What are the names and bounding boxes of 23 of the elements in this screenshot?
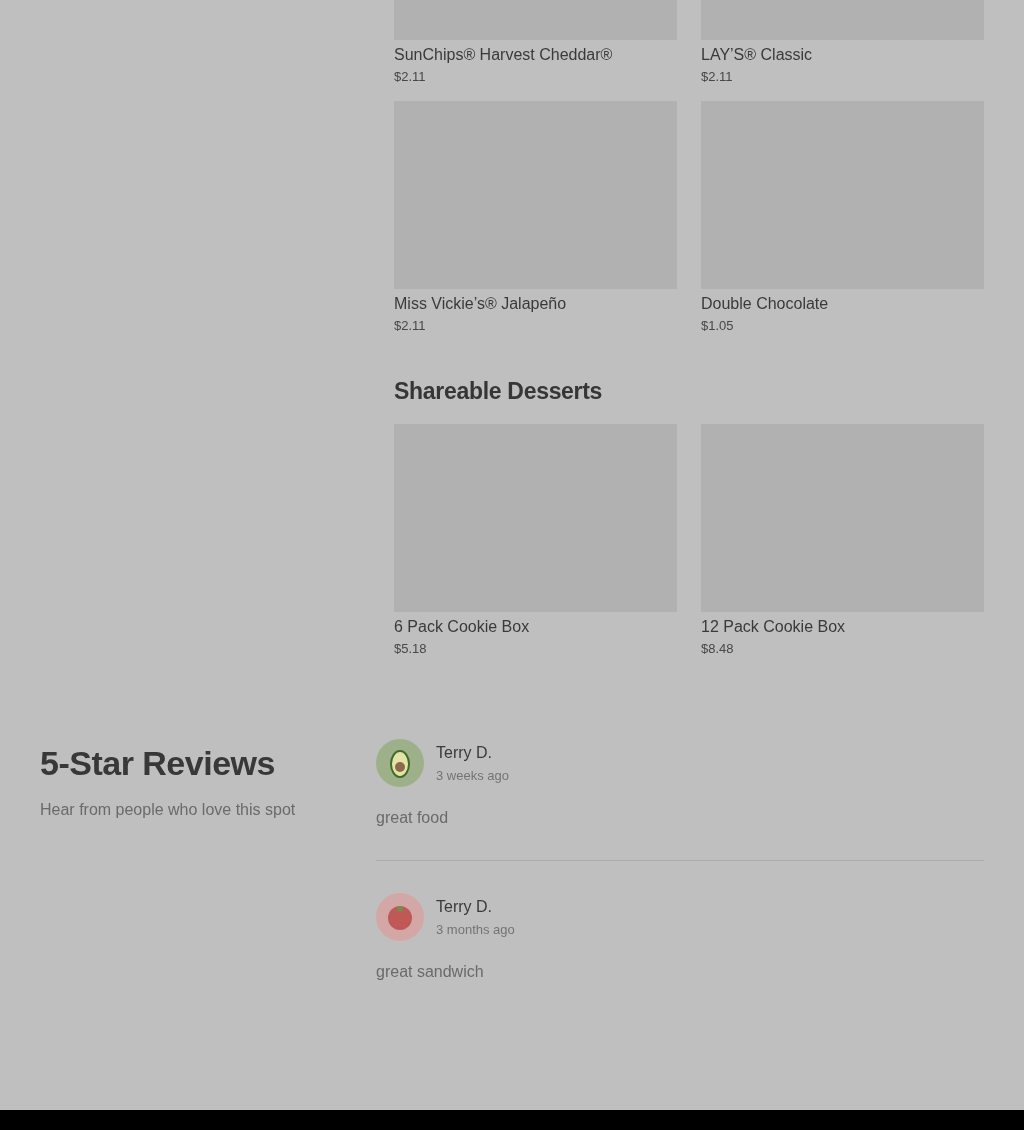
review-text: great sandwich (376, 963, 485, 981)
item-name[interactable]: 12 Pack Cookie Box (701, 617, 984, 637)
item-price: $2.11 (701, 69, 734, 85)
item-price: $2.11 (394, 69, 427, 85)
item-price: $5.18 (394, 641, 428, 657)
review-time: 3 weeks ago (436, 767, 509, 783)
tomato-avatar-icon (376, 893, 424, 941)
item-price: $2.11 (394, 318, 427, 334)
section-heading: 5-Star Reviews (40, 743, 276, 783)
item-price: $8.48 (701, 641, 735, 657)
item-name[interactable]: LAY’S® Classic (701, 45, 984, 65)
item-name[interactable]: 6 Pack Cookie Box (394, 617, 677, 637)
review-time: 3 months ago (436, 921, 515, 937)
section-heading: Shareable Desserts (394, 377, 604, 406)
author-name: Terry D. (436, 743, 493, 762)
item-name[interactable]: SunChips® Harvest Cheddar® (394, 45, 677, 65)
author-name: Terry D. (436, 897, 493, 916)
avocado-avatar-icon (376, 739, 424, 787)
item-price: $1.05 (701, 318, 735, 334)
section-subtitle: Hear from people who love this spot (40, 801, 297, 819)
review-text: great food (376, 809, 450, 827)
item-name[interactable]: Double Chocolate (701, 294, 984, 314)
item-name[interactable]: Miss Vickie’s® Jalapeño (394, 294, 677, 314)
